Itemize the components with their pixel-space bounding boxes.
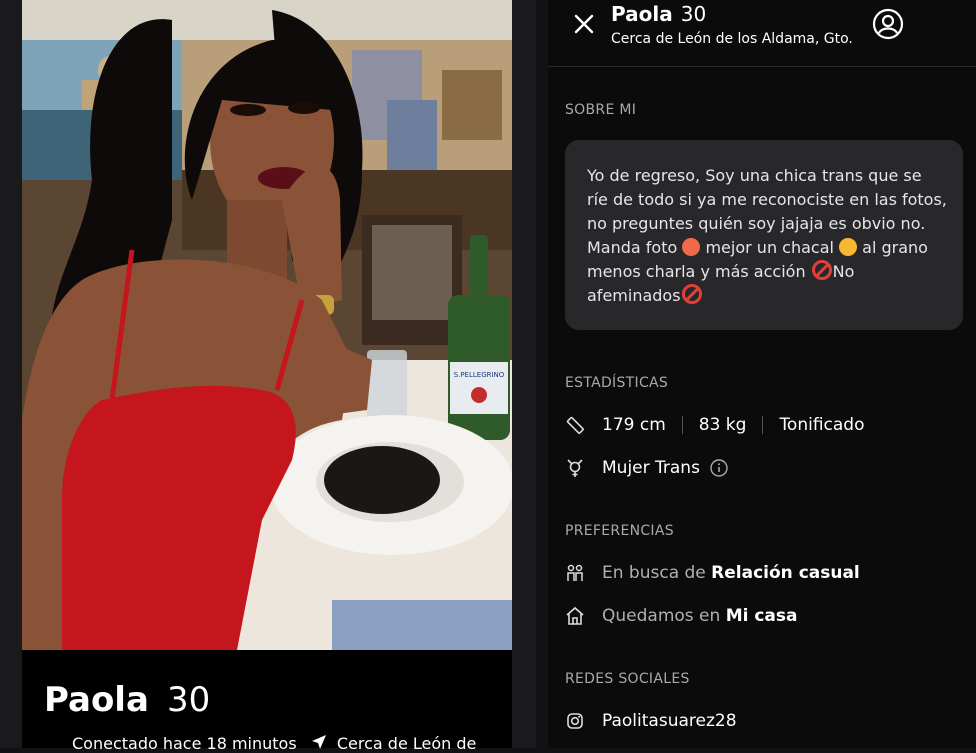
info-icon[interactable] [710,459,728,477]
location-arrow-icon [311,734,326,753]
photo-caption: Paola 30 Conectado hace 18 minutos Cerca… [22,650,512,753]
location-short: Cerca de León de [336,734,477,753]
height-value: 179 cm [602,415,666,435]
header-location: Cerca de León de los Aldama, Gto. [611,31,853,47]
photo-age: 30 [167,680,211,720]
header-age: 30 [680,2,707,26]
meet-at-row: Quedamos en Mi casa [565,603,798,629]
close-button[interactable] [570,10,598,38]
about-heading: SOBRE MI [565,102,637,118]
profile-details: Paola 30 Cerca de León de los Aldama, Gto… [548,0,976,748]
meet-at-value: Mi casa [725,606,798,626]
stats-heading: ESTADÍSTICAS [565,375,669,391]
bio-text: Yo de regreso, Soy una chica trans que s… [587,164,947,308]
preferences-heading: PREFERENCIAS [565,523,674,539]
online-status: Conectado hace 18 minutos Cerca de León … [72,734,476,753]
heart-eyes-icon [839,238,858,256]
profile-header: Paola 30 Cerca de León de los Aldama, Gto… [548,0,976,67]
header-name-text: Paola [611,2,673,26]
stats-divider-2 [762,416,764,434]
bottle-label: S.PELLEGRINO [454,371,505,379]
people-icon [565,563,585,583]
photo-name: Paola [44,680,149,720]
instagram-handle[interactable]: Paolitasuarez28 [602,711,737,731]
profile-menu-button[interactable] [872,8,904,40]
stats-row: 179 cm 83 kg Tonificado [565,412,865,438]
instagram-icon [565,711,585,731]
profile-photo[interactable]: S.PELLEGRINO [22,0,512,650]
close-icon [574,14,594,34]
photo-illustration: S.PELLEGRINO [22,0,512,650]
left-panel: S.PELLEGRINO Paola 30 Conectado hace 18 … [0,0,536,753]
bio-part-2: mejor un chacal [705,238,834,257]
meet-at-label: Quedamos en [602,606,721,626]
identity-value: Mujer Trans [602,458,700,478]
prohibited-icon-end [681,284,702,304]
last-seen: Conectado hace 18 minutos [72,734,297,753]
home-icon [565,606,585,626]
identity-row: Mujer Trans [565,455,728,481]
ruler-icon [565,415,585,435]
header-name: Paola 30 [611,2,706,26]
transgender-icon [565,458,585,478]
instagram-row[interactable]: Paolitasuarez28 [565,708,737,734]
looking-for-row: En busca de Relación casual [565,560,860,586]
prohibited-icon [811,260,832,280]
stats-divider [681,416,683,434]
social-heading: REDES SOCIALES [565,671,690,687]
weight-value: 83 kg [698,415,747,435]
user-circle-icon [872,8,904,40]
body-type-value: Tonificado [779,415,865,435]
looking-for-label: En busca de [602,563,706,583]
blushing-face-icon [682,238,701,256]
looking-for-value: Relación casual [711,563,860,583]
bio-card: Yo de regreso, Soy una chica trans que s… [565,140,963,330]
